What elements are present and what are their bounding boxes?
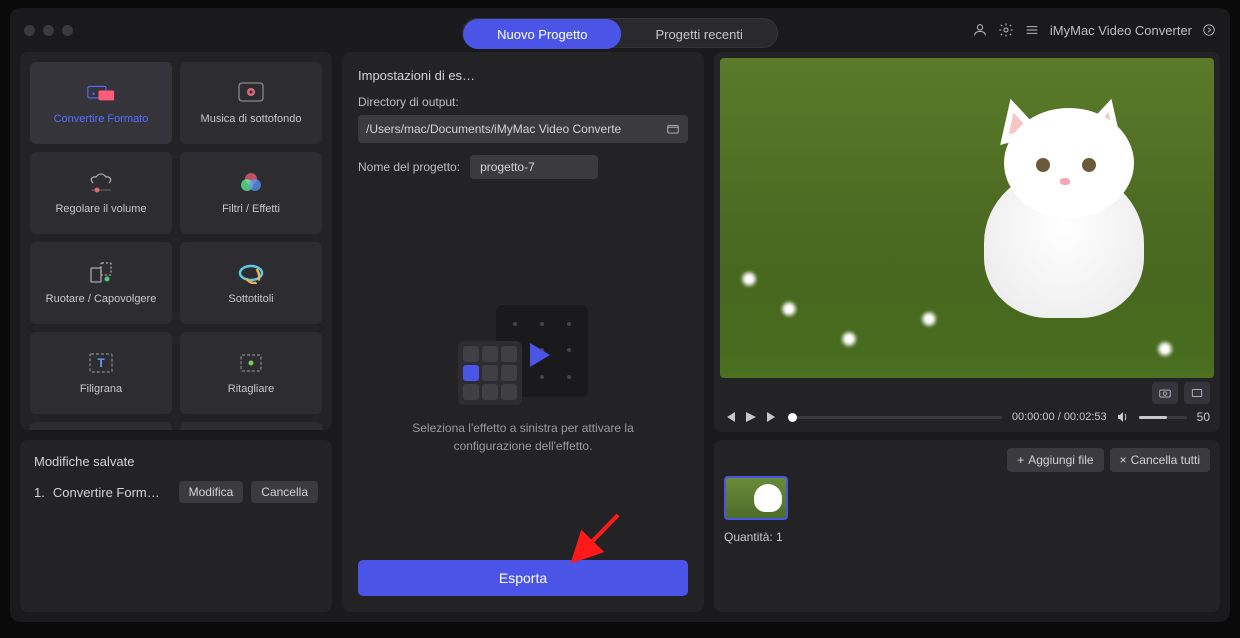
svg-text:T: T: [97, 356, 105, 370]
tool-label: Ritagliare: [228, 383, 274, 395]
tool-background-music[interactable]: Musica di sottofondo: [180, 62, 322, 144]
gear-icon[interactable]: [998, 22, 1014, 38]
tool-hidden-row[interactable]: [180, 422, 322, 430]
effect-placeholder-icon: [458, 305, 588, 405]
chevron-right-icon[interactable]: [1202, 23, 1216, 37]
tool-label: Convertire Formato: [54, 113, 149, 125]
close-icon: ×: [1120, 453, 1127, 467]
export-button[interactable]: Esporta: [358, 560, 688, 596]
export-settings-title: Impostazioni di es…: [358, 68, 688, 83]
tool-hidden-row[interactable]: [30, 422, 172, 430]
output-directory-field[interactable]: /Users/mac/Documents/iMyMac Video Conver…: [358, 115, 688, 143]
saved-edit-row: 1. Convertire Form… Modifica Cancella: [34, 481, 318, 503]
fullscreen-icon[interactable]: [1184, 382, 1210, 404]
subtitles-icon: [237, 261, 265, 285]
tab-new-project[interactable]: Nuovo Progetto: [463, 19, 621, 49]
menu-icon[interactable]: [1024, 22, 1040, 38]
saved-edit-name: Convertire Form…: [53, 485, 171, 500]
titlebar: Nuovo Progetto Progetti recenti iMyMac V…: [10, 8, 1230, 52]
quantity-display: Quantità: 1: [724, 530, 1210, 544]
plus-icon: +: [1017, 453, 1024, 467]
tool-label: Musica di sottofondo: [201, 113, 302, 125]
delete-button[interactable]: Cancella: [251, 481, 318, 503]
tool-label: Sottotitoli: [228, 293, 273, 305]
watermark-icon: T: [87, 351, 115, 375]
tool-label: Regolare il volume: [55, 203, 146, 215]
volume-icon: [87, 171, 115, 195]
output-directory-label: Directory di output:: [358, 95, 688, 109]
minimize-window-icon[interactable]: [43, 25, 54, 36]
tool-filters-effects[interactable]: Filtri / Effetti: [180, 152, 322, 234]
crop-icon: [237, 351, 265, 375]
app-title: iMyMac Video Converter: [1050, 23, 1192, 38]
volume-slider[interactable]: [1139, 416, 1187, 419]
project-name-input[interactable]: [470, 155, 598, 179]
time-display: 00:00:00 / 00:02:53: [1012, 411, 1107, 423]
volume-icon[interactable]: [1117, 411, 1129, 423]
saved-edits-title: Modifiche salvate: [34, 454, 318, 469]
music-icon: [237, 81, 265, 105]
volume-value: 50: [1197, 410, 1210, 424]
project-name-label: Nome del progetto:: [358, 160, 460, 174]
effect-hint-text: Seleziona l'effetto a sinistra per attiv…: [393, 419, 653, 455]
export-settings-panel: Impostazioni di es… Directory di output:…: [342, 52, 704, 612]
convert-icon: [87, 81, 115, 105]
tool-label: Filtri / Effetti: [222, 203, 280, 215]
annotation-arrow-icon: [558, 510, 628, 566]
account-icon[interactable]: [972, 22, 988, 38]
maximize-window-icon[interactable]: [62, 25, 73, 36]
rotate-icon: [87, 261, 115, 285]
tool-label: Ruotare / Capovolgere: [46, 293, 157, 305]
video-preview[interactable]: [720, 58, 1214, 378]
play-icon[interactable]: [746, 412, 756, 422]
progress-slider[interactable]: [788, 416, 1002, 419]
file-list-panel: +Aggiungi file ×Cancella tutti Quantità:…: [714, 440, 1220, 612]
snapshot-icon[interactable]: [1152, 382, 1178, 404]
player-controls: 00:00:00 / 00:02:53 50: [720, 404, 1214, 426]
tool-rotate-flip[interactable]: Ruotare / Capovolgere: [30, 242, 172, 324]
app-window: Nuovo Progetto Progetti recenti iMyMac V…: [10, 8, 1230, 622]
add-file-button[interactable]: +Aggiungi file: [1007, 448, 1103, 472]
tool-watermark[interactable]: T Filigrana: [30, 332, 172, 414]
output-directory-path: /Users/mac/Documents/iMyMac Video Conver…: [366, 122, 666, 136]
project-tabs: Nuovo Progetto Progetti recenti: [462, 18, 778, 48]
close-window-icon[interactable]: [24, 25, 35, 36]
window-controls: [24, 25, 73, 36]
saved-edit-number: 1.: [34, 485, 45, 500]
edit-button[interactable]: Modifica: [179, 481, 244, 503]
tab-recent-projects[interactable]: Progetti recenti: [621, 19, 776, 49]
preview-panel: 00:00:00 / 00:02:53 50: [714, 52, 1220, 432]
folder-browse-icon[interactable]: [666, 122, 680, 136]
tool-subtitles[interactable]: Sottotitoli: [180, 242, 322, 324]
tool-adjust-volume[interactable]: Regolare il volume: [30, 152, 172, 234]
tool-panel: Convertire Formato Musica di sottofondo …: [20, 52, 332, 430]
saved-edits-panel: Modifiche salvate 1. Convertire Form… Mo…: [20, 440, 332, 612]
file-thumbnail[interactable]: [724, 476, 788, 520]
filters-icon: [237, 171, 265, 195]
delete-all-button[interactable]: ×Cancella tutti: [1110, 448, 1210, 472]
tool-crop[interactable]: Ritagliare: [180, 332, 322, 414]
tool-convert-format[interactable]: Convertire Formato: [30, 62, 172, 144]
next-frame-icon[interactable]: [766, 412, 778, 422]
tool-label: Filigrana: [80, 383, 122, 395]
prev-frame-icon[interactable]: [724, 412, 736, 422]
